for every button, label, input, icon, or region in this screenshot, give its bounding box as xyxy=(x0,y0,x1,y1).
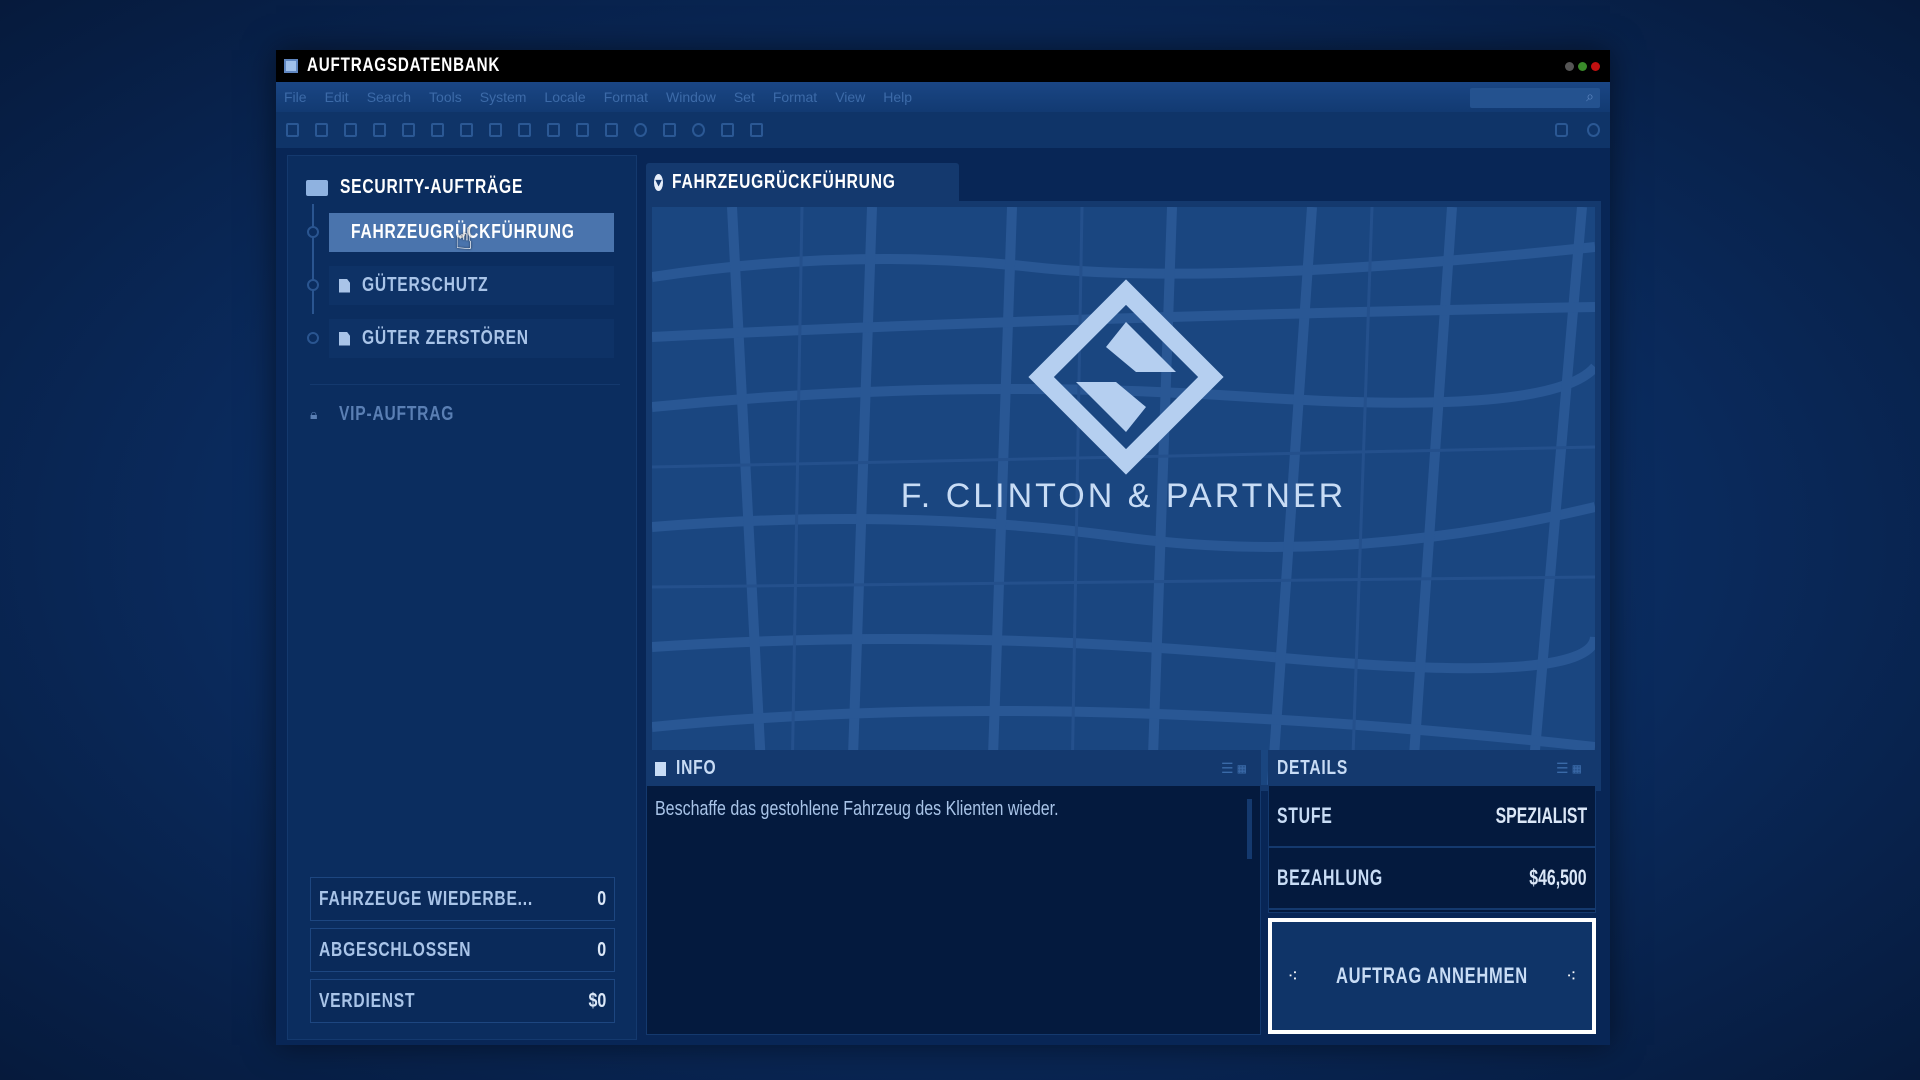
copy-icon[interactable] xyxy=(663,123,676,137)
toolbar xyxy=(276,112,1610,148)
dots-icon: ⁖ xyxy=(1565,965,1577,987)
stat-label: FAHRZEUGE WIEDERBE... xyxy=(319,887,534,910)
list-icon[interactable] xyxy=(721,123,734,137)
menu-edit[interactable]: Edit xyxy=(325,89,349,105)
scrollbar[interactable] xyxy=(1247,799,1252,859)
settings-icon[interactable] xyxy=(692,123,705,137)
calendar-icon[interactable] xyxy=(750,123,763,137)
brand-logo-icon xyxy=(1028,279,1224,475)
print-icon[interactable] xyxy=(402,123,415,137)
folder-icon xyxy=(306,179,328,196)
page-icon[interactable] xyxy=(605,123,618,137)
columns-icon[interactable] xyxy=(518,123,531,137)
menu-tools[interactable]: Tools xyxy=(429,89,462,105)
view-toggle-icon[interactable]: ☰▦ xyxy=(1221,761,1250,777)
info-text: Beschaffe das gestohlene Fahrzeug des Kl… xyxy=(655,798,1059,820)
detail-row-bezahlung: BEZAHLUNG $46,500 xyxy=(1269,848,1595,910)
menu-locale[interactable]: Locale xyxy=(544,89,585,105)
app-window: AUFTRAGSDATENBANK File Edit Search Tools… xyxy=(276,50,1610,1045)
group-security[interactable]: SECURITY-AUFTRÄGE xyxy=(306,176,575,199)
refresh-icon[interactable] xyxy=(634,123,647,137)
split-icon[interactable] xyxy=(576,123,589,137)
new-icon[interactable] xyxy=(286,123,299,137)
detail-label: STUFE xyxy=(1277,803,1333,828)
open-icon[interactable] xyxy=(344,123,357,137)
close-button[interactable] xyxy=(1591,62,1600,71)
item-label: GÜTER ZERSTÖREN xyxy=(362,327,529,349)
city-map: F. CLINTON & PARTNER xyxy=(652,207,1595,785)
table-icon[interactable] xyxy=(489,123,502,137)
tab-fahrzeugrueckfuehrung[interactable]: ▼ FAHRZEUGRÜCKFÜHRUNG xyxy=(646,163,959,201)
document-icon xyxy=(339,278,350,293)
menu-format-2[interactable]: Format xyxy=(773,89,817,105)
info-header: INFO ☰▦ xyxy=(647,751,1260,786)
tree-node-icon xyxy=(307,332,319,344)
brand-name: F. CLINTON & PARTNER xyxy=(900,477,1347,515)
item-label: GÜTERSCHUTZ xyxy=(362,274,489,296)
details-title: DETAILS xyxy=(1277,757,1349,779)
stat-value: 0 xyxy=(597,887,606,910)
stat-label: ABGESCHLOSSEN xyxy=(319,938,472,961)
sidebar-item-gueterschutz[interactable]: GÜTERSCHUTZ xyxy=(329,266,614,305)
map-panel: F. CLINTON & PARTNER xyxy=(646,201,1601,791)
trash-icon[interactable] xyxy=(1555,123,1568,137)
stat-label: VERDIENST xyxy=(319,989,416,1012)
details-panel: DETAILS ☰▦ STUFE SPEZIALIST BEZAHLUNG $4… xyxy=(1268,750,1596,913)
minimize-button[interactable] xyxy=(1565,62,1574,71)
details-header: DETAILS ☰▦ xyxy=(1269,751,1595,786)
stat-row: VERDIENST $0 xyxy=(310,979,615,1023)
detail-label: BEZAHLUNG xyxy=(1277,865,1383,890)
stat-value: 0 xyxy=(597,938,606,961)
search-icon[interactable]: ⌕ xyxy=(1586,88,1594,105)
rows-icon[interactable] xyxy=(547,123,560,137)
menu-set[interactable]: Set xyxy=(734,89,755,105)
tree-node-icon xyxy=(307,279,319,291)
accept-job-button[interactable]: ⁖ AUFTRAG ANNEHMEN ⁖ xyxy=(1268,918,1596,1034)
app-icon xyxy=(284,59,298,73)
save-icon[interactable] xyxy=(373,123,386,137)
window-title: AUFTRAGSDATENBANK xyxy=(307,55,501,76)
title-bar: AUFTRAGSDATENBANK xyxy=(276,50,1610,82)
menu-system[interactable]: System xyxy=(480,89,527,105)
stat-value: $0 xyxy=(588,989,606,1012)
chevron-down-icon: ▼ xyxy=(654,173,664,191)
document-icon xyxy=(655,761,666,776)
menu-bar: File Edit Search Tools System Locale For… xyxy=(276,82,1610,112)
view-toggle-icon[interactable]: ☰▦ xyxy=(1556,761,1585,777)
search-input[interactable] xyxy=(1470,88,1600,108)
menu-search[interactable]: Search xyxy=(367,89,411,105)
dots-icon: ⁖ xyxy=(1287,965,1299,987)
tab-label: FAHRZEUGRÜCKFÜHRUNG xyxy=(672,170,896,193)
menu-file[interactable]: File xyxy=(284,89,307,105)
window-controls xyxy=(1565,62,1600,71)
accept-label: AUFTRAG ANNEHMEN xyxy=(1336,963,1528,988)
info-panel: INFO ☰▦ Beschaffe das gestohlene Fahrzeu… xyxy=(646,750,1261,1035)
sidebar-item-gueter-zerstoeren[interactable]: GÜTER ZERSTÖREN xyxy=(329,319,614,358)
lock-icon: 🔒︎ xyxy=(310,406,318,423)
gear-icon[interactable] xyxy=(1587,123,1600,137)
tree-line xyxy=(312,204,314,314)
detail-value: $46,500 xyxy=(1529,865,1587,890)
menu-format[interactable]: Format xyxy=(604,89,648,105)
window-icon[interactable] xyxy=(431,123,444,137)
menu-help[interactable]: Help xyxy=(883,89,912,105)
document-icon xyxy=(339,331,350,346)
info-title: INFO xyxy=(676,757,717,779)
group-label: SECURITY-AUFTRÄGE xyxy=(340,176,524,198)
stat-row: ABGESCHLOSSEN 0 xyxy=(310,928,615,972)
group-label: VIP-AUFTRAG xyxy=(339,403,455,425)
hand-cursor-icon: ☝ xyxy=(455,222,474,257)
detail-value: SPEZIALIST xyxy=(1495,803,1587,828)
detail-row-stufe: STUFE SPEZIALIST xyxy=(1269,786,1595,848)
group-vip-locked: 🔒︎ VIP-AUFTRAG xyxy=(310,384,620,444)
menu-window[interactable]: Window xyxy=(666,89,716,105)
image-icon[interactable] xyxy=(460,123,473,137)
maximize-button[interactable] xyxy=(1578,62,1587,71)
menu-view[interactable]: View xyxy=(835,89,865,105)
tree-node-icon xyxy=(307,226,319,238)
folder-icon[interactable] xyxy=(315,123,328,137)
stat-row: FAHRZEUGE WIEDERBE... 0 xyxy=(310,877,615,921)
sidebar: SECURITY-AUFTRÄGE FAHRZEUGRÜCKFÜHRUNG GÜ… xyxy=(287,155,637,1040)
